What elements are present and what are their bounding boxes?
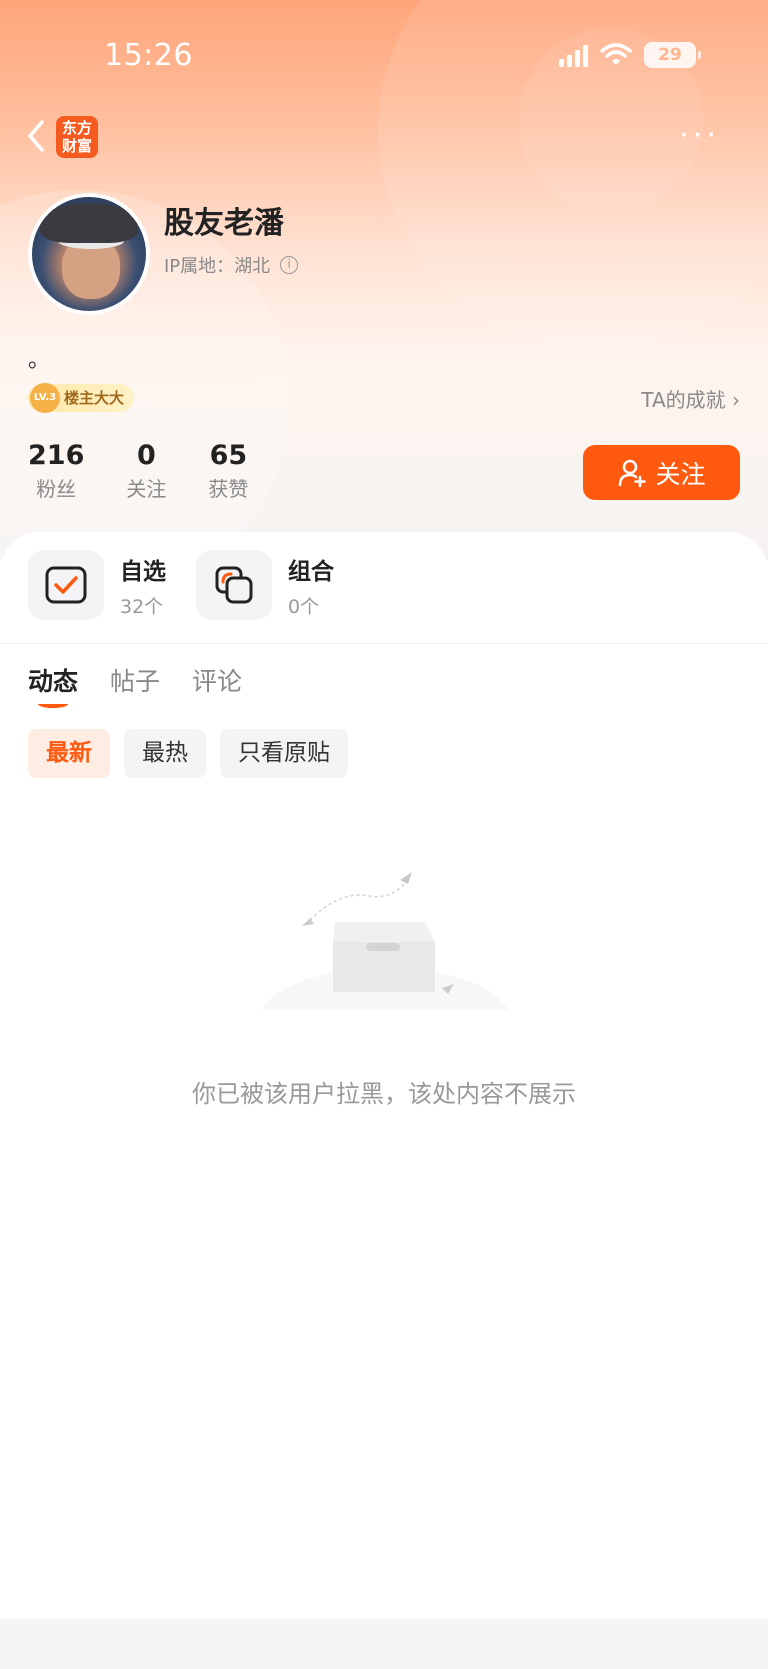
tab-posts[interactable]: 帖子 [110, 662, 160, 698]
watchlist-icon [28, 550, 104, 620]
level-icon: LV.3 [30, 383, 60, 413]
filter-latest[interactable]: 最新 [28, 729, 110, 778]
status-time: 15:26 [104, 38, 193, 73]
tab-activity[interactable]: 动态 [28, 662, 78, 708]
bottom-bar [0, 1619, 768, 1669]
profile-stats: 216 粉丝 0 关注 65 获赞 [28, 440, 290, 502]
active-tab-indicator [38, 700, 68, 708]
stat-likes[interactable]: 65 获赞 [208, 440, 248, 502]
ip-location: IP属地：湖北 i [164, 252, 299, 278]
user-bio: 。 [28, 348, 51, 373]
wifi-icon [600, 43, 632, 65]
achievements-link[interactable]: TA的成就 › [641, 384, 740, 413]
empty-box-icon [260, 872, 510, 1030]
follow-button[interactable]: 关注 [583, 445, 740, 500]
portfolio-icon [196, 550, 272, 620]
app-logo[interactable]: 东方 财富 [56, 116, 98, 158]
filter-chips: 最新 最热 只看原贴 [28, 729, 348, 778]
add-user-icon [619, 459, 647, 487]
divider [0, 643, 768, 644]
stat-fans[interactable]: 216 粉丝 [28, 440, 84, 502]
more-options-icon[interactable]: ··· [679, 118, 720, 153]
stat-following[interactable]: 0 关注 [126, 440, 166, 502]
empty-state-message: 你已被该用户拉黑，该处内容不展示 [192, 1080, 576, 1108]
signal-icon [559, 43, 588, 67]
avatar[interactable] [28, 193, 150, 315]
content-tabs: 动态 帖子 评论 [28, 662, 242, 708]
level-badge[interactable]: LV.3 楼主大大 [28, 383, 135, 413]
info-icon[interactable]: i [280, 256, 299, 274]
user-name: 股友老潘 [164, 206, 284, 241]
tab-comments[interactable]: 评论 [192, 662, 242, 698]
watchlist-entry[interactable]: 自选 32个 [28, 550, 166, 620]
filter-original-only[interactable]: 只看原贴 [220, 729, 348, 778]
portfolio-entry[interactable]: 组合 0个 [196, 550, 334, 620]
battery-icon: 29 [644, 42, 701, 68]
status-icons: 29 [559, 42, 701, 68]
filter-hottest[interactable]: 最热 [124, 729, 206, 778]
back-icon[interactable] [22, 116, 48, 156]
